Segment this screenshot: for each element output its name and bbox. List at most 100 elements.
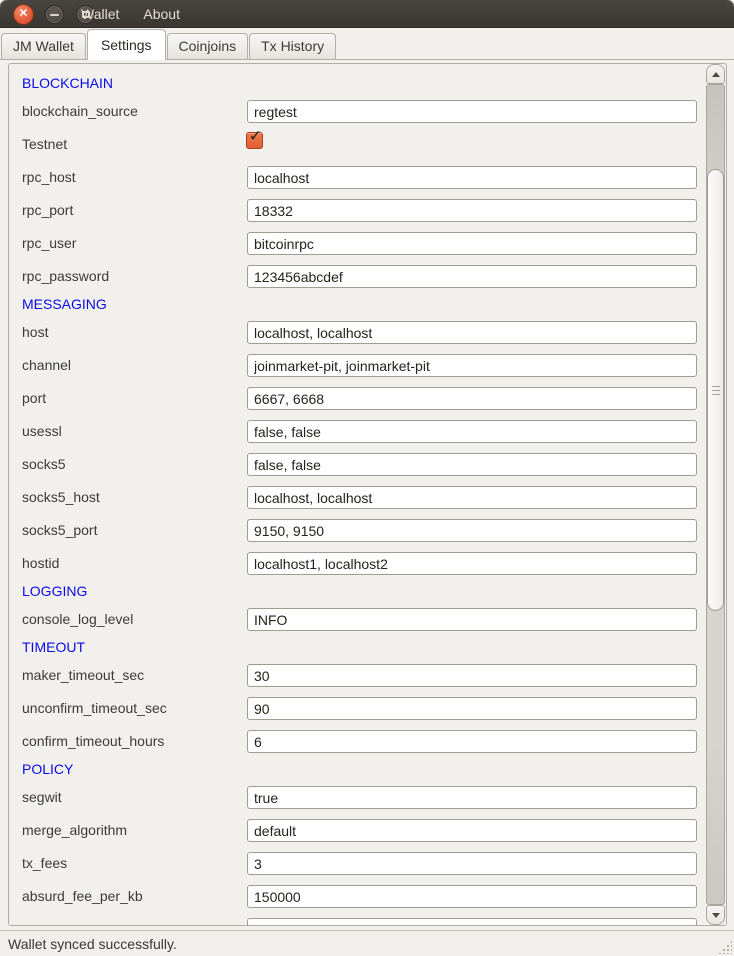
field-row: socks5_host [22,481,704,514]
field-input-cutoff[interactable] [247,918,697,925]
menubar: Wallet About [79,0,182,28]
section-header-logging: LOGGING [22,580,704,603]
field-row: Testnet ✓ [22,128,704,161]
tab-jm-wallet[interactable]: JM Wallet [1,33,86,59]
field-row: hostid [22,547,704,580]
field-label: console_log_level [22,611,133,627]
field-label: socks5_port [22,522,97,538]
field-input-rpc_host[interactable] [247,166,697,189]
field-label: unconfirm_timeout_sec [22,700,167,716]
field-input-host[interactable] [247,321,697,344]
titlebar[interactable]: ✕ Wallet About [0,0,734,28]
field-label: Testnet [22,136,67,152]
tab-settings[interactable]: Settings [87,29,166,60]
field-row: rpc_port [22,194,704,227]
scrollbar-grip-icon [712,386,720,395]
tab-coinjoins[interactable]: Coinjoins [167,33,249,59]
field-label: host [22,324,48,340]
field-input-rpc_password[interactable] [247,265,697,288]
arrow-up-icon [712,72,720,77]
field-label: rpc_password [22,268,109,284]
field-label: channel [22,357,71,373]
field-label: hostid [22,555,59,571]
tab-tx-history[interactable]: Tx History [249,33,336,59]
field-label: merge_algorithm [22,822,127,838]
tab-bar: JM Wallet Settings Coinjoins Tx History [0,28,734,60]
field-label: segwit [22,789,62,805]
settings-scroll-area: BLOCKCHAIN blockchain_source Testnet ✓ rpc_h… [8,63,727,926]
scroll-up-button[interactable] [706,64,725,84]
field-input-usessl[interactable] [247,420,697,443]
field-row: host [22,316,704,349]
field-label: confirm_timeout_hours [22,733,164,749]
field-row: port [22,382,704,415]
field-row: usessl [22,415,704,448]
field-input-merge_algorithm[interactable] [247,819,697,842]
section-header-timeout: TIMEOUT [22,636,704,659]
field-row [22,913,704,925]
scroll-down-button[interactable] [706,905,725,925]
field-row: socks5 [22,448,704,481]
field-label: tx_fees [22,855,67,871]
field-row: channel [22,349,704,382]
field-input-console_log_level[interactable] [247,608,697,631]
field-row: absurd_fee_per_kb [22,880,704,913]
field-row: unconfirm_timeout_sec [22,692,704,725]
field-label: absurd_fee_per_kb [22,888,143,904]
testnet-checkbox[interactable]: ✓ [246,132,263,149]
field-input-absurd_fee_per_kb[interactable] [247,885,697,908]
scrollbar-thumb[interactable] [707,169,724,611]
field-row: console_log_level [22,603,704,636]
field-row: blockchain_source [22,95,704,128]
field-label: socks5 [22,456,66,472]
field-row: socks5_port [22,514,704,547]
field-row: segwit [22,781,704,814]
field-row: rpc_host [22,161,704,194]
close-button[interactable]: ✕ [13,4,34,25]
menu-wallet[interactable]: Wallet [79,6,121,22]
field-input-rpc_port[interactable] [247,199,697,222]
field-label: rpc_host [22,169,76,185]
settings-pane: BLOCKCHAIN blockchain_source Testnet ✓ rpc_h… [0,60,734,930]
status-bar: Wallet synced successfully. [0,930,734,956]
field-input-unconfirm_timeout_sec[interactable] [247,697,697,720]
close-icon: ✕ [19,9,28,20]
arrow-down-icon [712,913,720,918]
field-row: confirm_timeout_hours [22,725,704,758]
field-input-maker_timeout_sec[interactable] [247,664,697,687]
app-window: ✕ Wallet About JM Wallet Settings Coinjo… [0,0,734,956]
field-input-rpc_user[interactable] [247,232,697,255]
field-label: usessl [22,423,62,439]
field-label: socks5_host [22,489,100,505]
section-header-messaging: MESSAGING [22,293,704,316]
field-input-blockchain_source[interactable] [247,100,697,123]
field-input-port[interactable] [247,387,697,410]
scrollbar-track[interactable] [706,84,725,905]
resize-grip-icon[interactable] [718,940,732,954]
status-message: Wallet synced successfully. [8,936,177,952]
field-input-socks5[interactable] [247,453,697,476]
field-input-hostid[interactable] [247,552,697,575]
section-header-policy: POLICY [22,758,704,781]
field-label: maker_timeout_sec [22,667,144,683]
field-input-socks5_port[interactable] [247,519,697,542]
field-row: merge_algorithm [22,814,704,847]
field-input-socks5_host[interactable] [247,486,697,509]
vertical-scrollbar[interactable] [705,64,726,925]
minimize-icon [50,14,59,16]
field-input-tx_fees[interactable] [247,852,697,875]
field-label: blockchain_source [22,103,138,119]
section-header-blockchain: BLOCKCHAIN [22,72,704,95]
menu-about[interactable]: About [141,6,182,22]
field-input-channel[interactable] [247,354,697,377]
field-row: rpc_user [22,227,704,260]
field-input-segwit[interactable] [247,786,697,809]
field-row: tx_fees [22,847,704,880]
field-label: port [22,390,46,406]
field-input-confirm_timeout_hours[interactable] [247,730,697,753]
minimize-button[interactable] [45,5,64,24]
checkmark-icon: ✓ [249,129,262,144]
field-row: maker_timeout_sec [22,659,704,692]
field-label: rpc_user [22,235,76,251]
settings-form: BLOCKCHAIN blockchain_source Testnet ✓ rpc_h… [9,64,704,925]
